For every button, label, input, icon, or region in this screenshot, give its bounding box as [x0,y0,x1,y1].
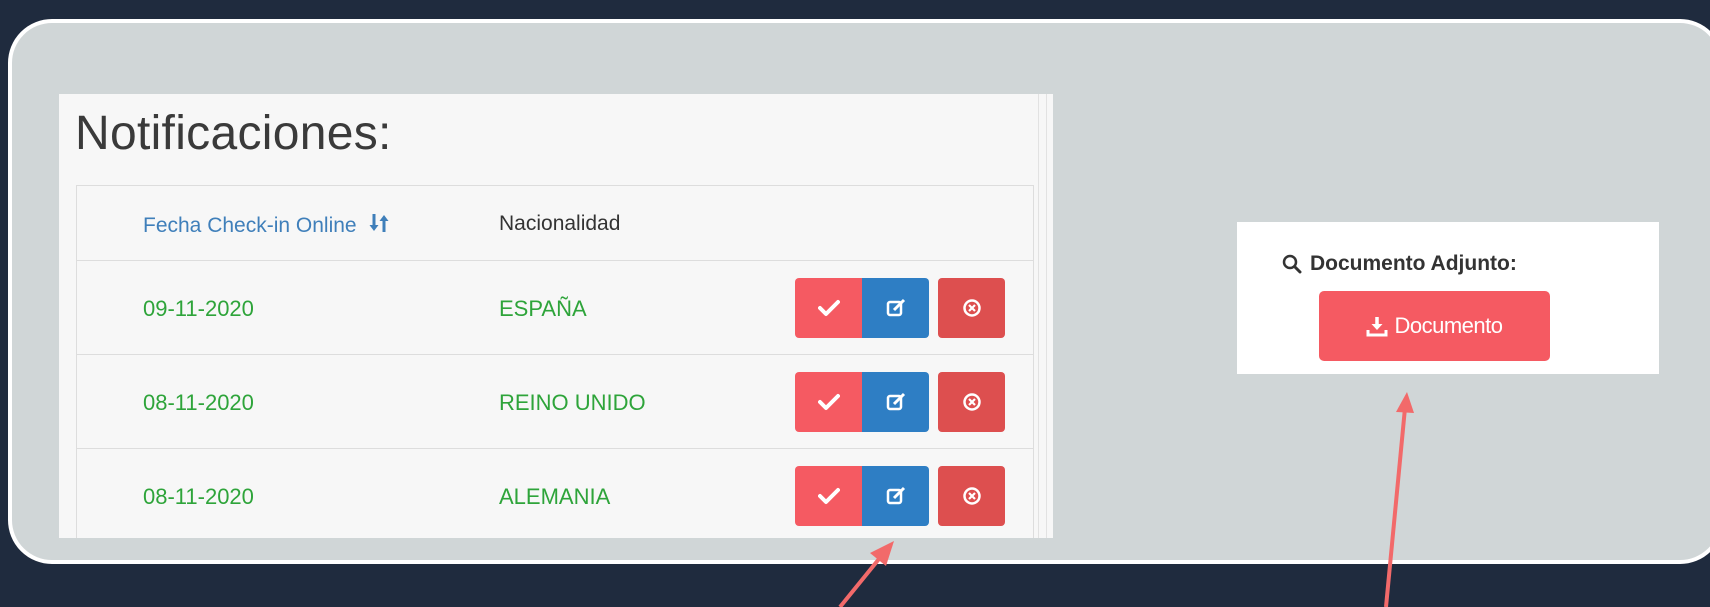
approve-button[interactable] [795,466,862,526]
cancel-icon [962,299,981,317]
approve-button[interactable] [795,278,862,338]
reject-button[interactable] [938,278,1005,338]
table-row: 08-11-2020 ALEMANIA [77,449,1033,538]
search-icon [1282,254,1302,274]
approve-button[interactable] [795,372,862,432]
attachment-card: Documento Adjunto: Documento [1237,222,1659,374]
notifications-panel: Notificaciones: Fecha Check-in Online Na… [59,94,1053,538]
table-row: 08-11-2020 REINO UNIDO [77,355,1033,449]
panel-divider [1046,94,1047,538]
sort-icon[interactable] [368,212,390,240]
check-icon [817,488,840,504]
cancel-icon [962,487,981,505]
edit-icon [886,392,905,411]
row-date: 08-11-2020 [143,390,254,415]
edit-button[interactable] [862,466,929,526]
edit-button[interactable] [862,372,929,432]
row-nationality: ALEMANIA [499,484,611,509]
cancel-icon [962,393,981,411]
download-document-button[interactable]: Documento [1319,291,1550,361]
reject-button[interactable] [938,466,1005,526]
check-icon [817,300,840,316]
table-header: Fecha Check-in Online Nacionalidad [77,186,1033,261]
page-title: Notificaciones: [75,107,392,160]
row-date: 09-11-2020 [143,296,254,321]
check-icon [817,394,840,410]
row-nationality: REINO UNIDO [499,390,646,415]
edit-icon [886,298,905,317]
row-date: 08-11-2020 [143,484,254,509]
reject-button[interactable] [938,372,1005,432]
attachment-label: Documento Adjunto: [1282,252,1517,276]
attachment-label-text: Documento Adjunto: [1310,252,1517,275]
panel-divider [1038,94,1039,538]
table-row: 09-11-2020 ESPAÑA [77,261,1033,355]
notifications-table: Fecha Check-in Online Nacionalidad 09-11… [76,185,1034,538]
row-nationality: ESPAÑA [499,296,587,321]
column-header-date-label: Fecha Check-in Online [143,214,357,237]
edit-button[interactable] [862,278,929,338]
column-header-date[interactable]: Fecha Check-in Online [143,212,390,240]
download-document-label: Documento [1394,313,1503,338]
column-header-nationality: Nacionalidad [499,212,621,235]
edit-icon [886,486,905,505]
download-icon [1366,317,1388,337]
